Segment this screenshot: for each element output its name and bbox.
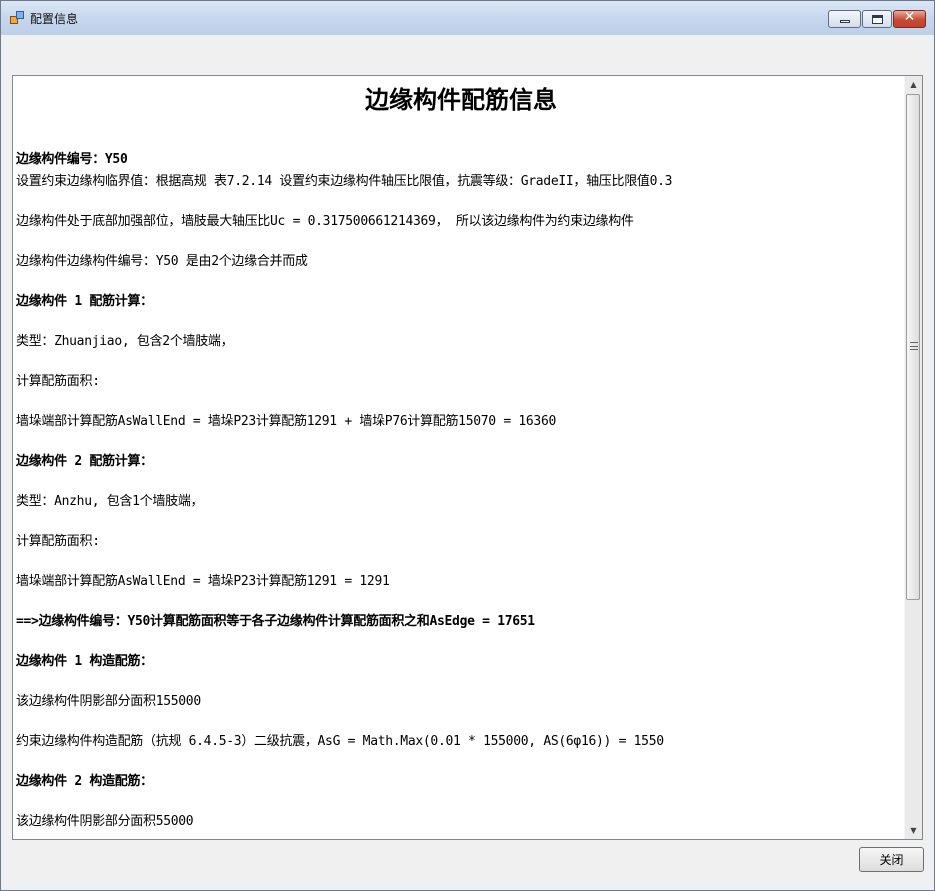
info-line: 计算配筋面积: (16, 374, 100, 389)
info-line: 边缘构件 2 构造配筋： (16, 774, 153, 789)
info-line: 边缘构件 1 配筋计算： (16, 294, 153, 309)
info-line: 边缘构件处于底部加强部位，墙肢最大轴压比Uc = 0.3175006612143… (16, 214, 634, 229)
scroll-down-arrow-icon[interactable]: ▼ (905, 822, 922, 839)
document-title: 边缘构件配筋信息 (365, 85, 557, 114)
minimize-button[interactable] (828, 10, 861, 28)
info-line: 边缘构件编号：Y50 (16, 152, 128, 167)
info-line: 类型：Anzhu, 包含1个墙肢端， (16, 494, 204, 509)
client-area: 边缘构件配筋信息 边缘构件编号：Y50 设置约束边缘构临界值：根据高规 表7.2.… (9, 35, 926, 882)
minimize-icon (840, 20, 850, 23)
window-title: 配置信息 (30, 12, 79, 26)
maximize-icon (872, 15, 883, 24)
info-line: 墙垛端部计算配筋AsWallEnd = 墙垛P23计算配筋1291 + 墙垛P7… (16, 414, 557, 429)
info-line: 约束边缘构件构造配筋（抗规 6.4.5-3）二级抗震，AsG = Math.Ma… (16, 734, 664, 749)
info-line: 类型：Zhuanjiao, 包含2个墙肢端， (16, 334, 234, 349)
info-line: 计算配筋面积: (16, 534, 100, 549)
dialog-window: 配置信息 ✕ 边缘构件配筋信息 边缘构件编号：Y50 设置约束边缘构临界值：根据高… (0, 0, 935, 891)
info-line: 设置约束边缘构临界值：根据高规 表7.2.14 设置约束边缘构件轴压比限值，抗震… (16, 174, 673, 189)
info-text-area[interactable]: 边缘构件配筋信息 边缘构件编号：Y50 设置约束边缘构临界值：根据高规 表7.2.… (12, 75, 923, 840)
grip-icon (910, 342, 918, 350)
info-line: 该边缘构件阴影部分面积55000 (16, 814, 194, 829)
info-line: 边缘构件 2 配筋计算： (16, 454, 153, 469)
info-line: 该边缘构件阴影部分面积155000 (16, 694, 201, 709)
close-x-icon: ✕ (903, 9, 916, 25)
scroll-thumb[interactable] (906, 94, 920, 600)
title-bar[interactable]: 配置信息 ✕ (1, 1, 934, 35)
info-line: ==>边缘构件编号：Y50计算配筋面积等于各子边缘构件计算配筋面积之和AsEdg… (16, 614, 535, 629)
scroll-up-arrow-icon[interactable]: ▲ (905, 76, 922, 93)
app-window-icon (10, 10, 24, 24)
info-line: 边缘构件 1 构造配筋： (16, 654, 153, 669)
info-line: 墙垛端部计算配筋AsWallEnd = 墙垛P23计算配筋1291 = 1291 (16, 574, 390, 589)
maximize-button[interactable] (862, 10, 892, 28)
info-line: 边缘构件边缘构件编号：Y50 是由2个边缘合并而成 (16, 254, 308, 269)
close-button[interactable]: 关闭 (859, 847, 924, 872)
vertical-scrollbar[interactable]: ▲ ▼ (904, 76, 922, 839)
window-close-button[interactable]: ✕ (893, 9, 926, 28)
